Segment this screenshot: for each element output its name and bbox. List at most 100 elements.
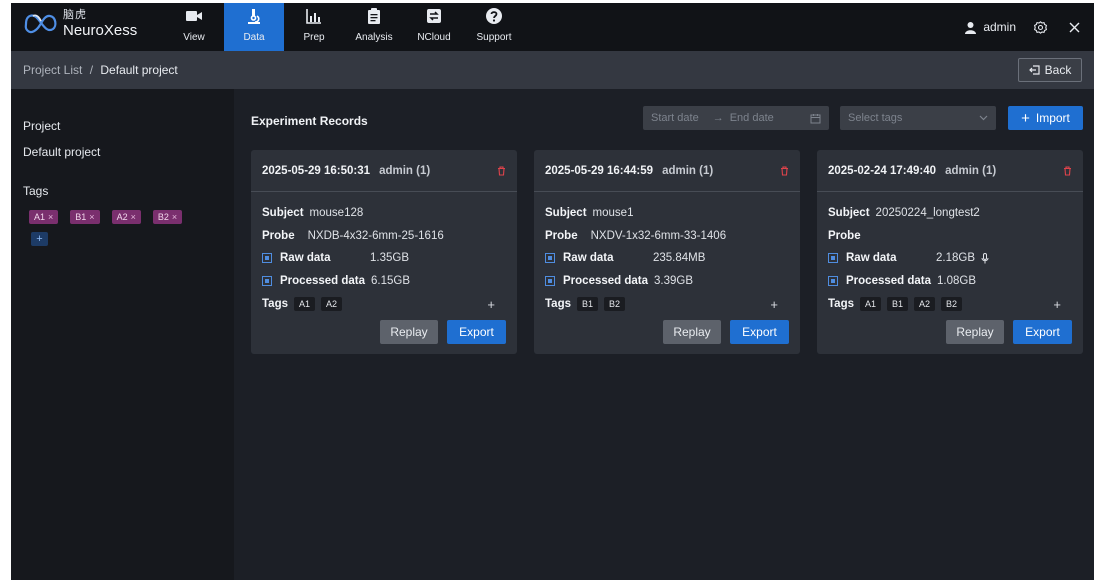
processed-data-icon xyxy=(545,275,555,286)
raw-data-label: Raw data xyxy=(280,252,331,265)
delete-icon[interactable] xyxy=(497,165,506,176)
tag-filter-select[interactable]: Select tags xyxy=(840,106,996,130)
date-range-arrow: → xyxy=(712,112,724,124)
probe-label: Probe xyxy=(828,229,861,242)
export-button[interactable]: Export xyxy=(730,320,789,344)
record-datetime: 2025-02-24 17:49:40 xyxy=(828,164,937,177)
tag-remove-icon[interactable]: × xyxy=(172,212,177,222)
settings-button[interactable] xyxy=(1030,17,1050,37)
card-header: 2025-02-24 17:49:40 admin (1) xyxy=(817,150,1083,192)
tag-chip-label: B2 xyxy=(157,212,169,222)
subject-label: Subject xyxy=(828,207,870,220)
calendar-icon xyxy=(810,113,821,123)
nav-ncloud[interactable]: NCloud xyxy=(404,3,464,51)
back-button[interactable]: Back xyxy=(1018,58,1082,82)
add-card-tag-button[interactable]: + xyxy=(770,297,778,312)
nav-view[interactable]: View xyxy=(164,3,224,51)
add-tag-button[interactable]: + xyxy=(31,232,48,246)
record-owner: admin (1) xyxy=(379,164,431,177)
microscope-icon xyxy=(248,9,260,24)
subject-value: mouse1 xyxy=(592,207,634,220)
gear-icon xyxy=(1033,20,1047,34)
breadcrumb-current: Default project xyxy=(100,63,178,77)
replay-button[interactable]: Replay xyxy=(946,320,1004,344)
user-menu[interactable]: admin xyxy=(964,20,1016,34)
video-icon xyxy=(186,11,202,21)
tag-chip-label: A1 xyxy=(34,212,46,222)
back-label: Back xyxy=(1044,63,1072,77)
replay-button[interactable]: Replay xyxy=(380,320,438,344)
processed-data-label: Processed data xyxy=(563,274,649,287)
subject-label: Subject xyxy=(262,207,304,220)
brand-en: NeuroXess xyxy=(63,22,138,39)
card-header: 2025-05-29 16:50:31 admin (1) xyxy=(251,150,517,192)
nav-prep[interactable]: Prep xyxy=(284,3,344,51)
nav-support-label: Support xyxy=(476,32,512,43)
processed-data-value: 6.15GB xyxy=(371,274,411,287)
raw-data-value: 1.35GB xyxy=(370,252,409,265)
start-date-input[interactable]: Start date xyxy=(651,112,699,124)
sidebar-tag-chip[interactable]: A1 × xyxy=(29,210,59,224)
clipboard-icon xyxy=(368,8,380,24)
sidebar-tag-chip[interactable]: B2 × xyxy=(152,210,183,224)
tag-remove-icon[interactable]: × xyxy=(131,212,136,222)
card-tag-chip: B1 xyxy=(577,297,599,311)
add-card-tag-button[interactable]: + xyxy=(1053,297,1061,312)
user-name: admin xyxy=(983,20,1016,34)
raw-data-icon xyxy=(262,253,272,264)
card-tag-chip: A2 xyxy=(914,297,936,311)
import-button[interactable]: + Import xyxy=(1008,106,1083,130)
export-button[interactable]: Export xyxy=(447,320,506,344)
card-tag-chip: A1 xyxy=(860,297,882,311)
record-card[interactable]: 2025-02-24 17:49:40 admin (1) Subject 202… xyxy=(817,150,1083,354)
record-card[interactable]: 2025-05-29 16:50:31 admin (1) Subject mou… xyxy=(251,150,517,354)
card-tag-chip: B2 xyxy=(604,297,626,311)
breadcrumb-project-list[interactable]: Project List xyxy=(23,63,82,77)
close-button[interactable] xyxy=(1064,17,1084,37)
processed-data-label: Processed data xyxy=(280,274,366,287)
delete-icon[interactable] xyxy=(1063,165,1072,176)
microphone-icon xyxy=(981,252,989,264)
record-card[interactable]: 2025-05-29 16:44:59 admin (1) Subject mou… xyxy=(534,150,800,354)
card-body: Subject mouse1 Probe NXDV-1x32-6mm-33-1406… xyxy=(534,192,800,316)
sidebar-tag-chip[interactable]: A2 × xyxy=(111,210,141,224)
card-tag-chip: A1 xyxy=(294,297,316,311)
end-date-input[interactable]: End date xyxy=(730,112,774,124)
replay-button[interactable]: Replay xyxy=(663,320,721,344)
raw-data-label: Raw data xyxy=(563,252,614,265)
card-tag-chip: A2 xyxy=(321,297,343,311)
tag-remove-icon[interactable]: × xyxy=(89,212,94,222)
export-button[interactable]: Export xyxy=(1013,320,1072,344)
sidebar-tag-chip[interactable]: B1 × xyxy=(70,210,100,224)
sidebar: Project Default project Tags A1 × B1 × A2 ×… xyxy=(11,89,234,580)
top-bar: 脑虎 NeuroXess View Data Prep Analysis NCl… xyxy=(11,3,1094,51)
top-right-controls: admin xyxy=(964,3,1084,51)
user-icon xyxy=(965,21,977,34)
tags-label: Tags xyxy=(23,184,49,198)
record-datetime: 2025-05-29 16:50:31 xyxy=(262,164,371,177)
sidebar-tag-list: A1 × B1 × A2 × B2 × xyxy=(29,210,183,224)
subject-value: mouse128 xyxy=(309,207,364,220)
date-range-picker[interactable]: Start date → End date xyxy=(643,106,829,130)
add-card-tag-button[interactable]: + xyxy=(487,297,495,312)
tag-remove-icon[interactable]: × xyxy=(48,212,53,222)
probe-value: NXDV-1x32-6mm-33-1406 xyxy=(590,229,727,242)
tag-chip-label: B1 xyxy=(75,212,87,222)
brand-logo: 脑虎 NeuroXess xyxy=(23,10,137,38)
help-icon xyxy=(486,8,502,24)
nav-data-label: Data xyxy=(243,32,265,43)
nav-ncloud-label: NCloud xyxy=(417,32,451,43)
bar-chart-icon xyxy=(306,9,321,24)
nav-support[interactable]: Support xyxy=(464,3,524,51)
nav-analysis[interactable]: Analysis xyxy=(344,3,404,51)
breadcrumb: Project List / Default project xyxy=(23,63,178,77)
nav-view-label: View xyxy=(183,32,205,43)
card-tag-chip: B2 xyxy=(941,297,963,311)
card-tags-label: Tags xyxy=(828,298,854,310)
card-header: 2025-05-29 16:44:59 admin (1) xyxy=(534,150,800,192)
chevron-down-icon xyxy=(979,115,988,121)
delete-icon[interactable] xyxy=(780,165,789,176)
nav-data[interactable]: Data xyxy=(224,3,284,51)
breadcrumb-separator: / xyxy=(89,63,94,77)
processed-data-icon xyxy=(828,275,838,286)
